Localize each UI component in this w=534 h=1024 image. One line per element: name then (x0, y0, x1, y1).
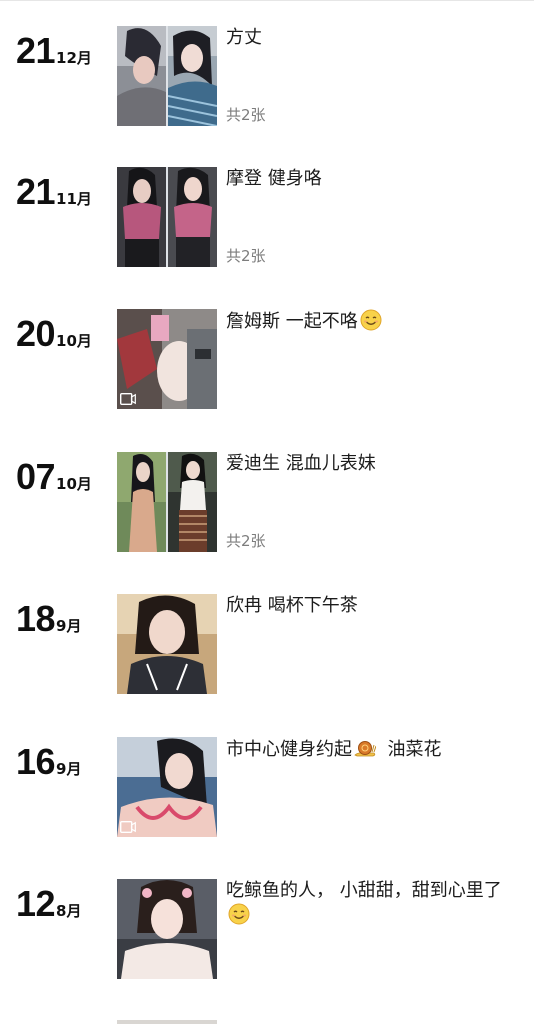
post-day: 07 (16, 456, 56, 497)
post-photo (117, 879, 217, 979)
post-caption: 摩登 健身咯 (226, 168, 322, 189)
post-month: 12月 (56, 49, 92, 67)
photo-count: 共2张 (226, 106, 266, 124)
post-item-partial[interactable] (0, 1020, 534, 1024)
post-photo (117, 167, 166, 267)
post-item[interactable]: 2112月 方丈 共2张 (0, 26, 534, 136)
photo-count: 共2张 (226, 247, 266, 265)
video-icon (120, 821, 136, 833)
post-month: 8月 (56, 902, 82, 920)
post-date: 2010月 (16, 311, 116, 361)
post-item[interactable]: 2010月 詹姆斯 一起不咯 (0, 309, 534, 419)
post-photo (117, 594, 217, 694)
photo-count: 共2张 (226, 532, 266, 550)
post-caption-text: 吃鲸鱼的人， 小甜甜，甜到心里了 (226, 880, 502, 901)
post-caption-text: 市中心健身约起 (226, 739, 352, 760)
post-day: 21 (16, 171, 56, 212)
post-caption: 市中心健身约起 油菜花 (226, 737, 516, 762)
post-item[interactable]: 169月 市中心健身约起 油菜花 (0, 737, 534, 847)
post-date: 2112月 (16, 28, 116, 78)
post-month: 10月 (56, 475, 92, 493)
smile-emoji-icon (228, 903, 250, 925)
post-caption: 爱迪生 混血儿表妹 (226, 453, 376, 474)
post-thumbnail[interactable] (117, 1020, 217, 1024)
post-photo (168, 26, 217, 126)
video-icon (120, 393, 136, 405)
post-month: 11月 (56, 190, 92, 208)
post-photo (168, 167, 217, 267)
post-day: 18 (16, 598, 56, 639)
post-item[interactable]: 2111月 摩登 健身咯 共2张 (0, 167, 534, 277)
snail-emoji-icon (354, 741, 376, 757)
moments-feed: 2112月 方丈 共2张 2111月 摩登 健身咯 共2张 2010月 詹姆斯 … (0, 0, 534, 1024)
post-caption-text: 詹姆斯 一起不咯 (226, 311, 358, 332)
post-date: 128月 (16, 881, 116, 931)
post-thumbnail[interactable] (117, 594, 217, 694)
post-caption: 方丈 (226, 27, 262, 48)
post-month: 9月 (56, 760, 82, 778)
post-item[interactable]: 189月 欣冉 喝杯下午茶 (0, 594, 534, 704)
post-day: 21 (16, 30, 56, 71)
post-thumbnail[interactable] (117, 309, 217, 409)
post-item[interactable]: 0710月 爱迪生 混血儿表妹 共2张 (0, 452, 534, 562)
post-photo (117, 26, 166, 126)
post-thumbnail[interactable] (117, 452, 217, 552)
post-month: 10月 (56, 332, 92, 350)
post-caption: 欣冉 喝杯下午茶 (226, 595, 358, 616)
post-thumbnail[interactable] (117, 26, 217, 126)
post-item[interactable]: 128月 吃鲸鱼的人， 小甜甜，甜到心里了 (0, 879, 534, 989)
post-caption-text: 油菜花 (376, 739, 442, 760)
post-date: 189月 (16, 596, 116, 646)
post-date: 2111月 (16, 169, 116, 219)
post-photo (168, 452, 217, 552)
smile-emoji-icon (360, 309, 382, 331)
post-month: 9月 (56, 617, 82, 635)
post-caption: 吃鲸鱼的人， 小甜甜，甜到心里了 (226, 879, 516, 928)
post-thumbnail[interactable] (117, 167, 217, 267)
post-thumbnail[interactable] (117, 737, 217, 837)
post-thumbnail[interactable] (117, 879, 217, 979)
post-day: 12 (16, 883, 56, 924)
post-day: 20 (16, 313, 56, 354)
post-date: 169月 (16, 739, 116, 789)
post-photo (117, 452, 166, 552)
post-caption: 詹姆斯 一起不咯 (226, 309, 516, 334)
post-day: 16 (16, 741, 56, 782)
post-date: 0710月 (16, 454, 116, 504)
